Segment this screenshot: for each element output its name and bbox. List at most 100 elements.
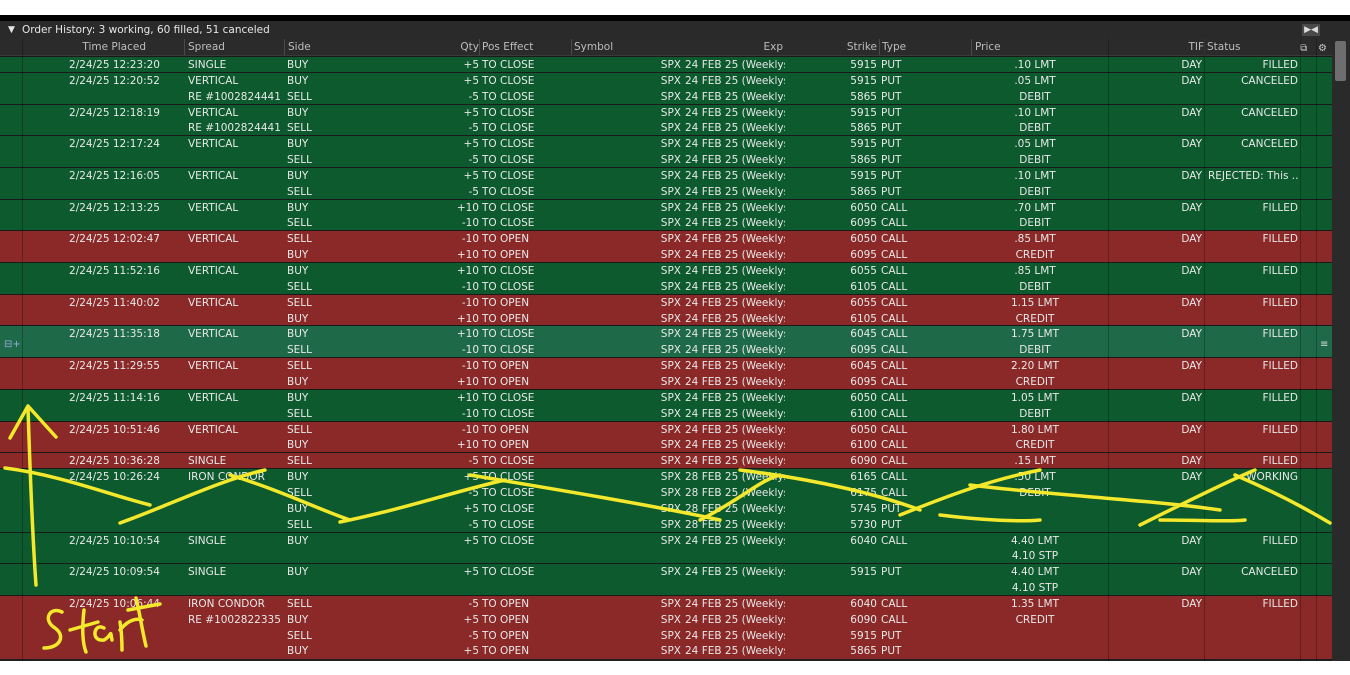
order-leg-row[interactable]: RE #1002824441... SELL -5 TO CLOSE SPX 24 FEB… xyxy=(0,89,1332,105)
qty-cell: -10 xyxy=(461,296,479,309)
order-leg-row[interactable]: 2/24/25 12:02:47 DAY FILLED VERTICAL SELL -10… xyxy=(0,231,1332,247)
status-cell: FILLED xyxy=(1262,360,1298,373)
column-header-spread[interactable]: Spread xyxy=(184,39,286,55)
order-leg-row[interactable]: RE #1002822335... BUY +5 TO OPEN SPX 24 FEB 2… xyxy=(0,612,1332,628)
order-leg-row[interactable]: SELL -5 TO CLOSE SPX 24 FEB 25 (Weeklys) 5865… xyxy=(0,184,1332,200)
order-leg-row[interactable]: BUY +10 TO OPEN SPX 24 FEB 25 (Weeklys) 6100 C… xyxy=(0,437,1332,453)
order-leg-row[interactable]: 4.10 STP xyxy=(0,548,1332,564)
edit-icon[interactable]: ⊟+ xyxy=(4,339,21,350)
order-row[interactable]: 2/24/25 12:18:19 DAY CANCELED VERTICAL BUY +5… xyxy=(0,103,1332,137)
order-row[interactable]: 2/24/25 12:16:05 DAY REJECTED: This ... VER… xyxy=(0,166,1332,200)
order-leg-row[interactable]: SELL -5 TO CLOSE SPX 28 FEB 25 (Weeklys) 6175… xyxy=(0,485,1332,501)
order-row[interactable]: 2/24/25 12:02:47 DAY FILLED VERTICAL SELL -10… xyxy=(0,230,1332,264)
order-leg-row[interactable]: 2/24/25 11:14:16 DAY FILLED VERTICAL BUY +10 T… xyxy=(0,390,1332,406)
side-cell: BUY xyxy=(287,169,309,182)
order-leg-row[interactable]: 2/24/25 12:17:24 DAY CANCELED VERTICAL BUY +5… xyxy=(0,136,1332,152)
order-leg-row[interactable]: 2/24/25 11:29:55 DAY FILLED VERTICAL SELL -10… xyxy=(0,358,1332,374)
collapse-panel-button[interactable]: ▶◀ xyxy=(1302,24,1320,36)
order-row[interactable]: 2/24/25 10:10:54 DAY FILLED SINGLE BUY +5 TO C… xyxy=(0,531,1332,565)
symbol-cell: SPX xyxy=(660,296,681,309)
order-leg-row[interactable]: 2/24/25 12:16:05 DAY REJECTED: This ... VER… xyxy=(0,168,1332,184)
order-row[interactable]: 2/24/25 12:13:25 DAY FILLED VERTICAL BUY +10 T… xyxy=(0,198,1332,232)
order-row[interactable]: 2/24/25 12:23:20 DAY FILLED SINGLE BUY +5 TO C… xyxy=(0,56,1332,73)
symbol-cell: SPX xyxy=(660,233,681,246)
export-icon[interactable]: ⧉ xyxy=(1300,41,1307,57)
order-leg-row[interactable]: 2/24/25 12:18:19 DAY CANCELED VERTICAL BUY +5… xyxy=(0,105,1332,121)
order-row[interactable]: 2/24/25 11:14:16 DAY FILLED VERTICAL BUY +10 T… xyxy=(0,388,1332,422)
price-cell: .50 LMT xyxy=(1014,471,1056,484)
chevron-down-icon[interactable]: ▼ xyxy=(8,21,15,39)
order-leg-row[interactable]: RE #1002824441... SELL -5 TO CLOSE SPX 24 FEB… xyxy=(0,120,1332,136)
order-leg-row[interactable]: 2/24/25 10:09:54 DAY CANCELED SINGLE BUY +5 TO… xyxy=(0,564,1332,580)
order-row[interactable]: 2/24/25 11:52:16 DAY FILLED VERTICAL BUY +10 T… xyxy=(0,262,1332,295)
order-leg-row[interactable]: 2/24/25 10:36:28 DAY FILLED SINGLE SELL -5 TO … xyxy=(0,453,1332,469)
order-row[interactable]: 2/24/25 11:40:02 DAY FILLED VERTICAL SELL -10… xyxy=(0,293,1332,327)
order-leg-row[interactable]: 2/24/25 12:20:52 DAY CANCELED VERTICAL BUY +5… xyxy=(0,73,1332,89)
order-row[interactable]: 2/24/25 12:17:24 DAY CANCELED VERTICAL BUY +5… xyxy=(0,135,1332,168)
order-leg-row[interactable]: BUY +5 TO CLOSE SPX 28 FEB 25 (Weeklys) 5745 P… xyxy=(0,501,1332,517)
order-history-title-bar[interactable]: ▼ Order History: 3 working, 60 filled, 5… xyxy=(0,21,1350,39)
order-row[interactable]: 2/24/25 10:36:28 DAY FILLED SINGLE SELL -5 TO … xyxy=(0,452,1332,470)
order-leg-row[interactable]: SELL -5 TO CLOSE SPX 24 FEB 25 (Weeklys) 5865… xyxy=(0,152,1332,168)
order-row[interactable]: 2/24/25 10:26:24 DAY WORKING IRON CONDOR BUY… xyxy=(0,468,1332,533)
order-leg-row[interactable]: BUY +10 TO OPEN SPX 24 FEB 25 (Weeklys) 6095 C… xyxy=(0,247,1332,263)
gear-icon[interactable]: ⚙ xyxy=(1318,41,1327,57)
strike-cell: 6105 xyxy=(850,312,877,325)
strike-cell: 6175 xyxy=(850,486,877,499)
tif-cell: DAY xyxy=(1181,265,1202,278)
column-header-type[interactable]: Type xyxy=(879,39,972,55)
order-row[interactable]: 2/24/25 12:20:52 DAY CANCELED VERTICAL BUY +5… xyxy=(0,71,1332,105)
column-header-tif[interactable]: TIF xyxy=(1150,39,1204,55)
order-leg-row[interactable]: 2/24/25 11:35:18 DAY FILLED VERTICAL BUY +10 T… xyxy=(0,326,1332,342)
order-leg-row[interactable]: BUY +10 TO OPEN SPX 24 FEB 25 (Weeklys) 6105 C… xyxy=(0,311,1332,327)
column-header-qty[interactable]: Qty xyxy=(400,39,479,55)
order-leg-row[interactable]: SELL -5 TO CLOSE SPX 28 FEB 25 (Weeklys) 5730… xyxy=(0,517,1332,533)
column-header-symbol[interactable]: Symbol xyxy=(571,39,684,55)
order-row[interactable]: 2/24/25 11:29:55 DAY FILLED VERTICAL SELL -10… xyxy=(0,357,1332,390)
pos-effect-cell: TO OPEN xyxy=(482,375,530,388)
order-leg-row[interactable]: BUY +5 TO OPEN SPX 24 FEB 25 (Weeklys) 5865 PU… xyxy=(0,643,1332,659)
status-cell: FILLED xyxy=(1262,534,1298,547)
column-header-strike[interactable]: Strike xyxy=(800,39,877,55)
symbol-cell: SPX xyxy=(660,217,681,230)
order-leg-row[interactable]: SELL -10 TO CLOSE SPX 24 FEB 25 (Weeklys) 610… xyxy=(0,279,1332,295)
order-row[interactable]: 2/24/25 10:06:44 DAY FILLED IRON CONDOR SELL… xyxy=(0,594,1332,660)
price-cell: .05 LMT xyxy=(1014,138,1056,151)
scrollbar-thumb[interactable] xyxy=(1335,41,1346,81)
order-leg-row[interactable]: 2/24/25 10:10:54 DAY FILLED SINGLE BUY +5 TO C… xyxy=(0,533,1332,549)
column-header-price[interactable]: Price xyxy=(971,39,1105,55)
pos-effect-cell: TO CLOSE xyxy=(482,280,535,293)
type-cell: PUT xyxy=(881,59,902,71)
order-row[interactable]: 2/24/25 10:51:46 DAY FILLED VERTICAL SELL -10… xyxy=(0,420,1332,454)
exp-cell: 24 FEB 25 (Weeklys) xyxy=(685,534,785,547)
column-header-side[interactable]: Side xyxy=(284,39,368,55)
order-leg-row[interactable]: 2/24/25 10:26:24 DAY WORKING IRON CONDOR BUY… xyxy=(0,469,1332,485)
side-cell: SELL xyxy=(287,154,312,167)
order-leg-row[interactable]: 2/24/25 11:40:02 DAY FILLED VERTICAL SELL -10… xyxy=(0,295,1332,311)
column-header-pos-effect[interactable]: Pos Effect xyxy=(479,39,572,55)
pos-effect-cell: TO CLOSE xyxy=(482,328,535,341)
strike-cell: 5915 xyxy=(850,74,877,87)
order-leg-row[interactable]: SELL -10 TO CLOSE SPX 24 FEB 25 (Weeklys) 609… xyxy=(0,342,1332,358)
order-leg-row[interactable]: SELL -10 TO CLOSE SPX 24 FEB 25 (Weeklys) 610… xyxy=(0,406,1332,422)
order-leg-row[interactable]: 2/24/25 11:52:16 DAY FILLED VERTICAL BUY +10 T… xyxy=(0,263,1332,279)
price-cell: DEBIT xyxy=(1019,344,1051,357)
order-leg-row[interactable]: 2/24/25 12:23:20 DAY FILLED SINGLE BUY +5 TO C… xyxy=(0,57,1332,73)
order-leg-row[interactable]: 2/24/25 10:06:44 DAY FILLED IRON CONDOR SELL… xyxy=(0,596,1332,612)
exp-cell: 24 FEB 25 (Weeklys) xyxy=(685,407,785,420)
order-leg-row[interactable]: 2/24/25 12:13:25 DAY FILLED VERTICAL BUY +10 T… xyxy=(0,200,1332,216)
column-header-time-placed[interactable]: Time Placed xyxy=(40,39,146,55)
order-leg-row[interactable]: BUY +10 TO OPEN SPX 24 FEB 25 (Weeklys) 6095 C… xyxy=(0,374,1332,390)
order-leg-row[interactable]: SELL -5 TO OPEN SPX 24 FEB 25 (Weeklys) 5915 P… xyxy=(0,628,1332,644)
row-menu-icon[interactable]: ≡ xyxy=(1320,339,1328,350)
order-leg-row[interactable]: 2/24/25 10:51:46 DAY FILLED VERTICAL SELL -10… xyxy=(0,422,1332,438)
exp-cell: 24 FEB 25 (Weeklys) xyxy=(685,344,785,357)
column-header-exp[interactable]: Exp xyxy=(683,39,783,55)
order-leg-row[interactable]: SELL -10 TO CLOSE SPX 24 FEB 25 (Weeklys) 609… xyxy=(0,215,1332,231)
vertical-scrollbar[interactable] xyxy=(1332,39,1350,661)
order-row[interactable]: 2/24/25 10:09:54 DAY CANCELED SINGLE BUY +5 TO… xyxy=(0,563,1332,596)
column-header-status[interactable]: Status xyxy=(1204,39,1299,55)
type-cell: CALL xyxy=(881,360,908,373)
order-row[interactable]: 2/24/25 11:35:18 DAY FILLED VERTICAL BUY +10 T… xyxy=(0,325,1332,359)
order-leg-row[interactable]: 4.10 STP xyxy=(0,580,1332,596)
